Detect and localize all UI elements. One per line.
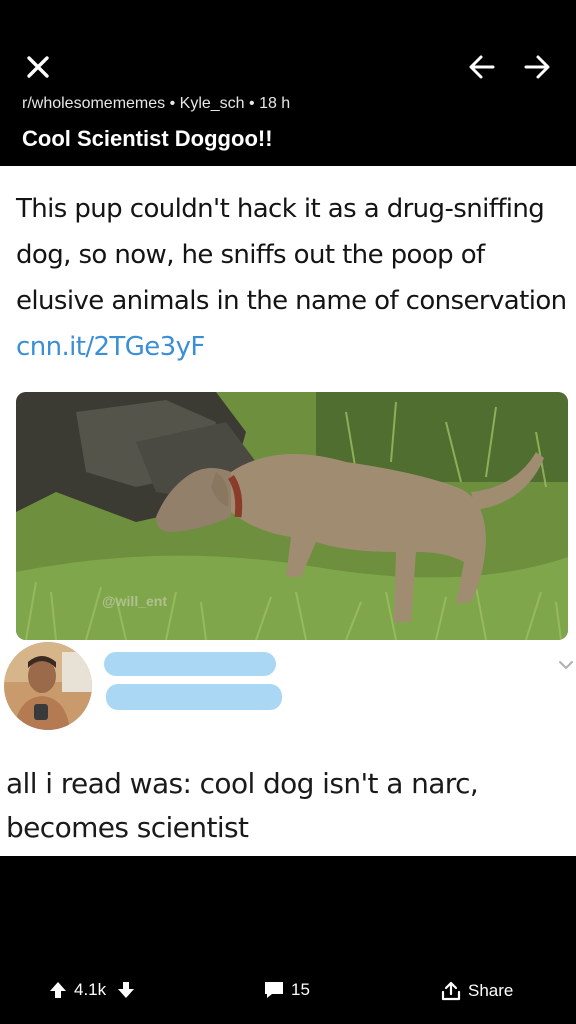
dog-photo: @will_ent: [16, 392, 568, 640]
post-meta[interactable]: r/wholesomememes • Kyle_sch • 18 h: [22, 95, 290, 113]
share-icon: [441, 981, 461, 1001]
post-title: Cool Scientist Doggoo!!: [22, 126, 273, 151]
post-image[interactable]: This pup couldn't hack it as a drug-snif…: [0, 166, 576, 856]
avatar: [4, 642, 92, 730]
redacted-username: [106, 684, 282, 710]
tweet-body: This pup couldn't hack it as a drug-snif…: [16, 194, 567, 316]
share-label: Share: [468, 981, 514, 1000]
upvote-icon[interactable]: [48, 980, 68, 1000]
reply-text: all i read was: cool dog isn't a narc, b…: [6, 767, 479, 844]
comment-icon: [265, 982, 283, 998]
action-bar: 4.1k 15 Share: [0, 856, 576, 1024]
comments-button[interactable]: 15: [263, 980, 310, 1000]
vote-group: 4.1k: [48, 980, 136, 1000]
top-bar: r/wholesomememes • Kyle_sch • 18 h Cool …: [0, 0, 576, 166]
downvote-icon[interactable]: [116, 980, 136, 1000]
tweet-link[interactable]: cnn.it/2TGe3yF: [16, 332, 205, 362]
redacted-display-name: [104, 652, 276, 676]
comment-count: 15: [291, 980, 310, 999]
close-icon[interactable]: [26, 55, 50, 79]
arrow-left-icon[interactable]: [468, 54, 496, 80]
share-button[interactable]: Share: [440, 980, 513, 1002]
chevron-down-icon[interactable]: [558, 660, 574, 670]
tweet-text: This pup couldn't hack it as a drug-snif…: [16, 186, 568, 370]
arrow-right-icon[interactable]: [523, 54, 551, 80]
watermark: @will_ent: [102, 593, 167, 609]
upvote-count: 4.1k: [74, 980, 107, 999]
